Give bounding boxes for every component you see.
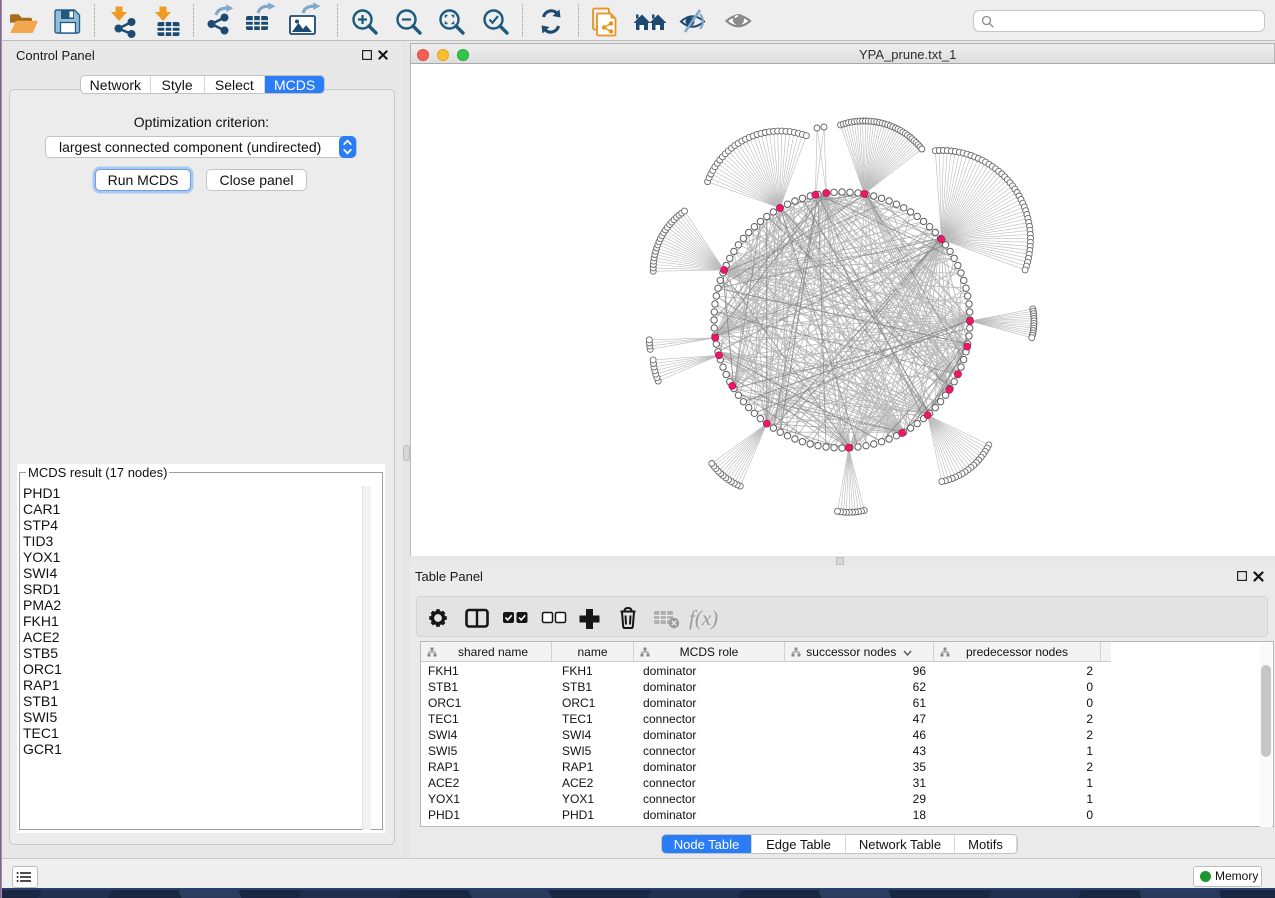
svg-text:f(x): f(x) xyxy=(689,606,718,630)
